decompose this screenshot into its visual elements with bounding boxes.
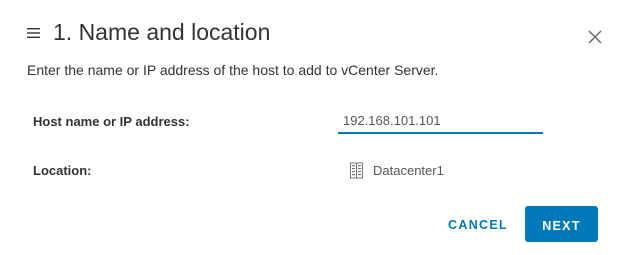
dialog-subtitle: Enter the name or IP address of the host…	[27, 62, 439, 78]
host-name-input[interactable]	[338, 110, 543, 134]
location-value: Datacenter1	[349, 162, 444, 179]
host-name-label: Host name or IP address:	[33, 114, 190, 129]
next-button[interactable]: NEXT	[525, 206, 598, 242]
location-label: Location:	[33, 163, 92, 178]
location-text: Datacenter1	[373, 163, 444, 178]
add-host-dialog: 1. Name and location Enter the name or I…	[0, 0, 617, 255]
datacenter-icon	[350, 162, 363, 179]
hamburger-menu-icon[interactable]	[27, 27, 40, 39]
cancel-button[interactable]: CANCEL	[436, 206, 520, 242]
dialog-title: 1. Name and location	[53, 19, 271, 45]
close-icon[interactable]	[588, 30, 602, 44]
